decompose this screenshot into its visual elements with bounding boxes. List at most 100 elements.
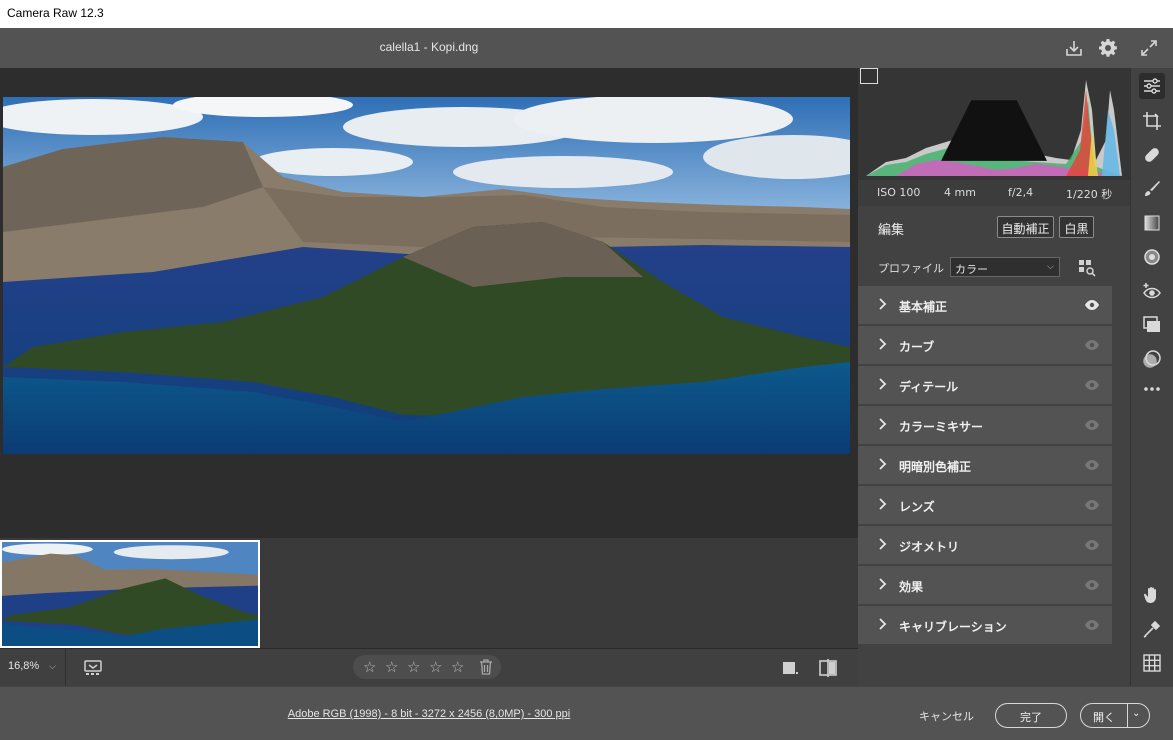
hand-icon[interactable] [1139, 582, 1165, 608]
edit-title: 編集 [878, 223, 905, 238]
zoom-dropdown[interactable]: 16,8% ⌵ [0, 649, 66, 687]
section-label: キャリブレーション [899, 620, 1007, 634]
chevron-right-icon [879, 378, 887, 390]
section-effects[interactable]: 効果 [858, 566, 1112, 604]
chevron-right-icon [879, 458, 887, 470]
section-label: ディテール [899, 380, 959, 394]
profile-select[interactable]: カラー ⌵ [950, 257, 1060, 277]
section-lens[interactable]: レンズ [858, 486, 1112, 524]
chevron-down-icon: ⌵ [49, 661, 56, 671]
auto-button[interactable]: 自動補正 [997, 216, 1054, 238]
eye-icon[interactable] [1084, 379, 1100, 391]
panel-scrollbar[interactable] [1112, 206, 1130, 686]
star-5-icon[interactable]: ☆ [451, 658, 464, 676]
chevron-down-icon[interactable]: ⌄ [1132, 708, 1140, 719]
eye-icon[interactable] [1084, 579, 1100, 591]
section-basic[interactable]: 基本補正 [858, 286, 1112, 324]
section-label: カラーミキサー [899, 420, 984, 434]
section-geometry[interactable]: ジオメトリ [858, 526, 1112, 564]
chevron-right-icon [879, 338, 887, 350]
bottom-toolbar: 16,8% ⌵ ☆ ☆ ☆ ☆ ☆ [0, 648, 858, 687]
healing-icon[interactable] [1139, 142, 1165, 168]
profile-label: プロファイル [878, 262, 944, 275]
presets-icon[interactable] [1139, 346, 1165, 372]
star-2-icon[interactable]: ☆ [385, 658, 398, 676]
section-label: 明暗別色補正 [899, 460, 972, 474]
star-3-icon[interactable]: ☆ [407, 658, 420, 676]
eye-icon[interactable] [1084, 539, 1100, 551]
more-icon[interactable] [1139, 376, 1165, 402]
zoom-value: 16,8% [8, 660, 40, 672]
edit-panel: ISO 100 4 mm f/2,4 1/220 秒 編集 自動補正 白黒 プロ… [858, 68, 1130, 686]
profile-row: プロファイル カラー ⌵ [858, 250, 1112, 284]
compare-single-icon[interactable] [780, 658, 800, 678]
section-calibration[interactable]: キャリブレーション [858, 606, 1112, 644]
eye-icon[interactable] [1084, 419, 1100, 431]
star-4-icon[interactable]: ☆ [429, 658, 442, 676]
document-filename: calella1 - Kopi.dng [379, 40, 479, 54]
exif-focal-length: 4 mm [944, 186, 976, 199]
section-color-mixer[interactable]: カラーミキサー [858, 406, 1112, 444]
filmstrip-options-icon[interactable] [84, 658, 104, 678]
section-detail[interactable]: ディテール [858, 366, 1112, 404]
chevron-right-icon [879, 618, 887, 630]
section-curve[interactable]: カーブ [858, 326, 1112, 364]
section-split-toning[interactable]: 明暗別色補正 [858, 446, 1112, 484]
star-1-icon[interactable]: ☆ [363, 658, 376, 676]
redeye-icon[interactable] [1139, 278, 1165, 304]
grid-icon[interactable] [1139, 650, 1165, 676]
exif-aperture: f/2,4 [1008, 186, 1034, 199]
before-after-icon[interactable] [818, 658, 838, 678]
edit-header: 編集 自動補正 白黒 [858, 208, 1112, 248]
exif-info: ISO 100 4 mm f/2,4 1/220 秒 [858, 180, 1130, 206]
eye-icon[interactable] [1084, 499, 1100, 511]
section-label: レンズ [899, 500, 935, 514]
section-label: 効果 [899, 580, 924, 594]
eye-icon[interactable] [1084, 619, 1100, 631]
gradient-icon[interactable] [1139, 210, 1165, 236]
open-button[interactable]: 開く ⌄ [1080, 703, 1150, 728]
section-label: ジオメトリ [899, 540, 960, 554]
highlight-clipping-toggle[interactable] [866, 70, 1122, 176]
workflow-options-link[interactable]: Adobe RGB (1998) - 8 bit - 3272 x 2456 (… [0, 708, 858, 720]
filmstrip [0, 538, 858, 648]
cancel-button[interactable]: キャンセル [919, 708, 974, 724]
crop-icon[interactable] [1139, 108, 1165, 134]
eye-icon[interactable] [1084, 339, 1100, 351]
brush-icon[interactable] [1139, 176, 1165, 202]
trash-icon[interactable] [479, 659, 493, 675]
chevron-down-icon: ⌵ [1047, 262, 1054, 272]
open-button-label: 開く [1093, 711, 1115, 724]
window-title: Camera Raw 12.3 [7, 6, 104, 20]
profile-value: カラー [955, 263, 988, 276]
open-button-separator [1127, 704, 1128, 727]
document-header: calella1 - Kopi.dng [0, 28, 1173, 68]
edit-sliders-icon[interactable] [1139, 73, 1165, 99]
black-white-button[interactable]: 白黒 [1059, 216, 1094, 238]
image-canvas[interactable] [0, 68, 858, 538]
snapshots-icon[interactable] [1139, 312, 1165, 338]
window-titlebar: Camera Raw 12.3 [0, 0, 1173, 28]
chevron-right-icon [879, 418, 887, 430]
fullscreen-icon[interactable] [1139, 38, 1159, 58]
exif-shutter: 1/220 秒 [1066, 188, 1113, 201]
status-bar: Adobe RGB (1998) - 8 bit - 3272 x 2456 (… [0, 686, 1173, 740]
rating-stars: ☆ ☆ ☆ ☆ ☆ [353, 655, 501, 679]
histogram [858, 68, 1130, 180]
section-label: カーブ [899, 340, 935, 354]
done-button[interactable]: 完了 [995, 703, 1067, 728]
profile-browser-icon[interactable] [1078, 259, 1096, 277]
tool-column [1130, 68, 1173, 686]
sampler-icon[interactable] [1139, 616, 1165, 642]
chevron-right-icon [879, 298, 887, 310]
eye-icon[interactable] [1084, 459, 1100, 471]
chevron-right-icon [879, 538, 887, 550]
save-icon[interactable] [1064, 38, 1084, 58]
gear-icon[interactable] [1098, 38, 1118, 58]
preview-photo[interactable] [3, 97, 850, 454]
exif-iso: ISO 100 [877, 186, 921, 199]
radial-icon[interactable] [1139, 244, 1165, 270]
eye-icon[interactable] [1084, 299, 1100, 311]
chevron-right-icon [879, 578, 887, 590]
filmstrip-thumbnail[interactable] [0, 540, 260, 648]
